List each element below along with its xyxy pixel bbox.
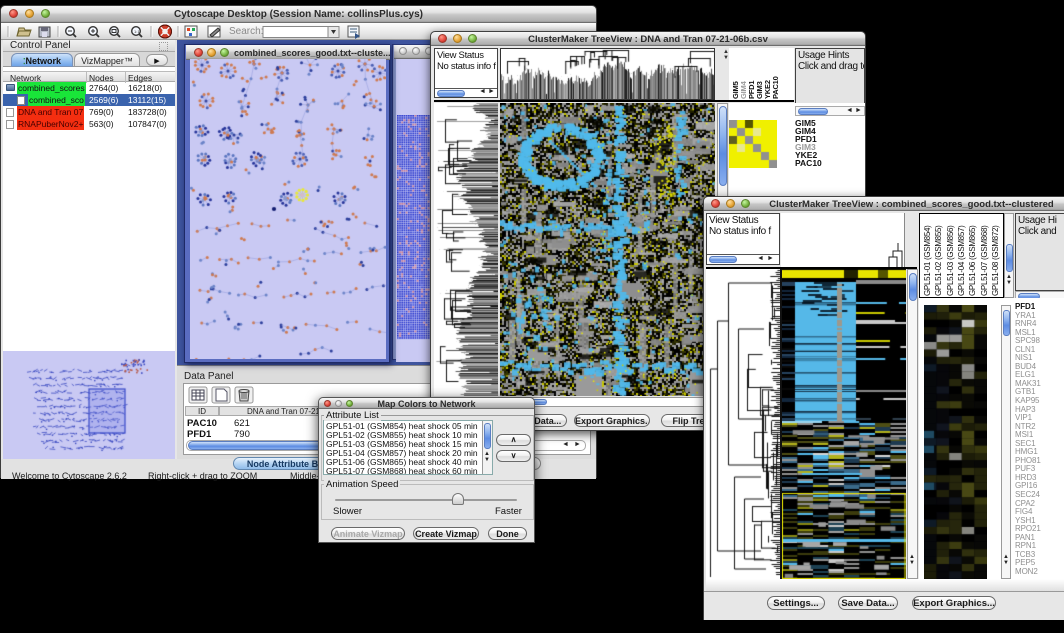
svg-text:1:1: 1:1	[134, 29, 140, 34]
